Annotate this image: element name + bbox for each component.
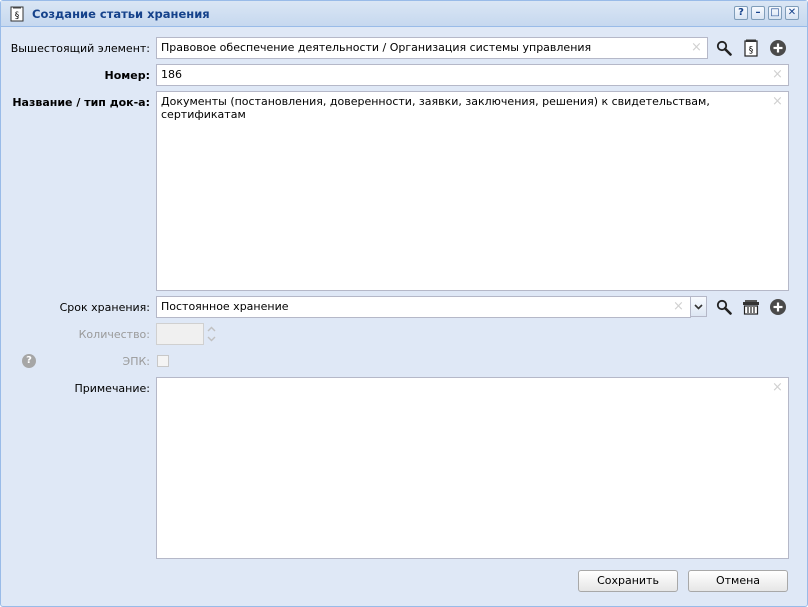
epk-checkbox[interactable]	[157, 355, 169, 367]
save-button[interactable]: Сохранить	[578, 570, 678, 592]
note-clear-icon[interactable]: ×	[772, 381, 783, 394]
document-name-textarea[interactable]: Документы (постановления, доверенности, …	[156, 91, 789, 291]
number-value: 186	[161, 68, 182, 81]
close-tool-button[interactable]: ✕	[785, 6, 799, 20]
storage-item-icon: §	[10, 6, 24, 22]
svg-text:§: §	[749, 46, 754, 56]
parent-catalog-button[interactable]: §	[740, 37, 762, 59]
document-name-label: Название / тип док-а:	[12, 96, 150, 109]
dialog-titlebar[interactable]: § Создание статьи хранения ? – □ ✕	[1, 1, 807, 27]
add-circle-icon	[770, 40, 786, 56]
parent-search-button[interactable]	[713, 37, 735, 59]
dialog-title: Создание статьи хранения	[32, 7, 210, 21]
retention-catalog-button[interactable]	[740, 296, 762, 318]
number-field[interactable]: 186	[156, 64, 789, 86]
document-section-icon: §	[744, 39, 758, 57]
parent-element-field[interactable]: Правовое обеспечение деятельности / Орга…	[156, 37, 708, 59]
help-tool-button[interactable]: ?	[734, 6, 748, 20]
spinner-arrows-icon	[207, 326, 216, 342]
retention-clear-icon[interactable]: ×	[673, 300, 684, 313]
epk-label: ЭПК:	[122, 355, 150, 368]
note-label: Примечание:	[74, 382, 150, 395]
document-name-value: Документы (постановления, доверенности, …	[161, 95, 710, 121]
search-icon	[716, 40, 732, 56]
retention-search-button[interactable]	[713, 296, 735, 318]
quantity-stepper[interactable]	[204, 323, 219, 345]
minimize-tool-button[interactable]: –	[751, 6, 765, 20]
maximize-tool-button[interactable]: □	[768, 6, 782, 20]
number-label: Номер:	[104, 69, 151, 82]
document-name-clear-icon[interactable]: ×	[772, 95, 783, 108]
parent-clear-icon[interactable]: ×	[691, 41, 702, 54]
retention-label: Срок хранения:	[59, 301, 150, 314]
epk-help-icon[interactable]: ?	[22, 354, 36, 368]
parent-add-button[interactable]	[767, 37, 789, 59]
cancel-button[interactable]: Отмена	[688, 570, 788, 592]
quantity-field[interactable]	[156, 323, 204, 345]
number-clear-icon[interactable]: ×	[772, 68, 783, 81]
retention-value: Постоянное хранение	[161, 300, 289, 313]
search-icon	[716, 299, 732, 315]
dialog-window: § Создание статьи хранения ? – □ ✕ Вышес…	[0, 0, 808, 607]
retention-combobox[interactable]: Постоянное хранение	[156, 296, 691, 318]
svg-text:§: §	[15, 11, 20, 21]
archive-catalog-icon	[743, 300, 759, 315]
parent-element-label: Вышестоящий элемент:	[10, 42, 150, 55]
retention-add-button[interactable]	[767, 296, 789, 318]
quantity-label: Количество:	[78, 328, 150, 341]
chevron-down-icon	[694, 304, 703, 310]
note-textarea[interactable]	[156, 377, 789, 559]
parent-element-value: Правовое обеспечение деятельности / Орга…	[161, 41, 592, 54]
retention-dropdown-trigger[interactable]	[690, 296, 707, 317]
add-circle-icon	[770, 299, 786, 315]
